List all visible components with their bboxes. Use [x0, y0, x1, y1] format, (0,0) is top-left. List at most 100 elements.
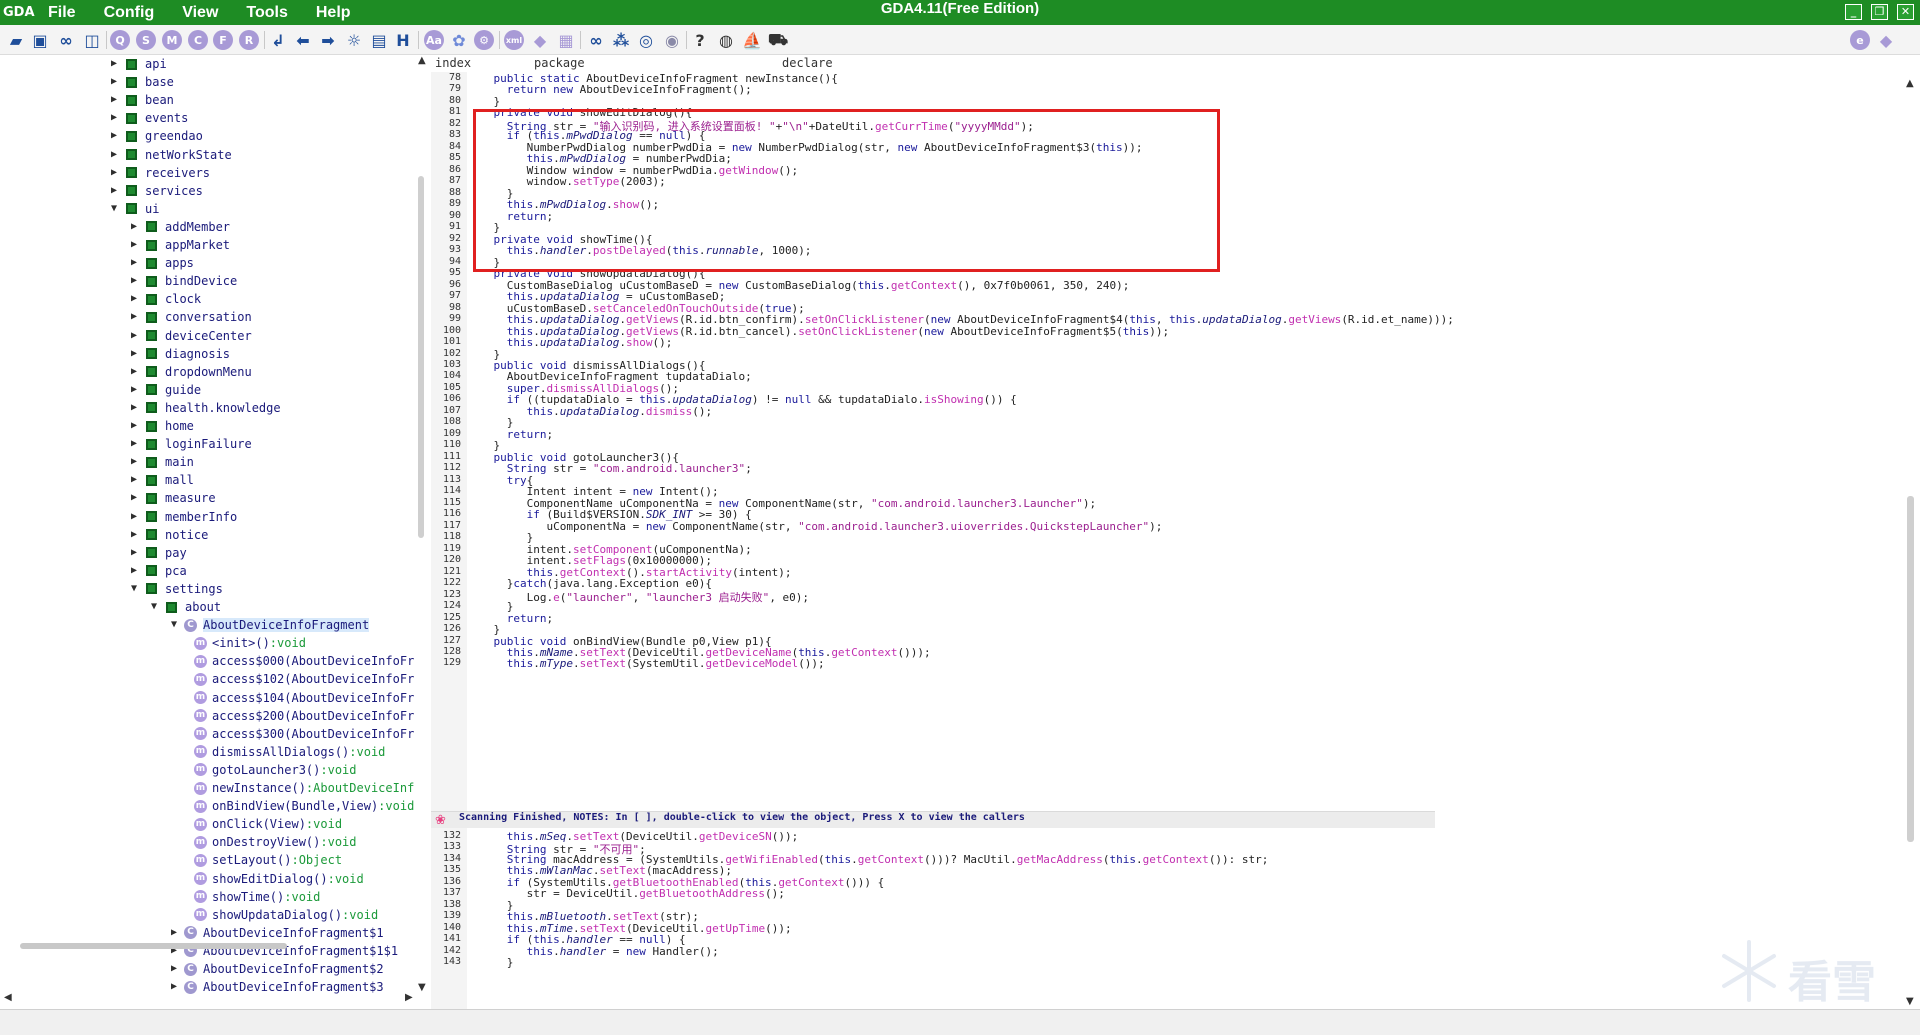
tree-package-item[interactable]: ▶ main [128, 453, 194, 471]
tree-package-item[interactable]: ▶ pca [128, 562, 187, 580]
tree-package-item[interactable]: ▶ greendao [108, 127, 203, 145]
collapse-arrow-icon[interactable]: ▶ [128, 381, 140, 399]
column-declare[interactable]: declare [782, 55, 833, 72]
tree-package-item[interactable]: ▶ appMarket [128, 236, 230, 254]
tree-method-item[interactable]: m setLayout():Object [194, 851, 342, 869]
tree-package-item[interactable]: ▶ deviceCenter [128, 327, 252, 345]
collapse-arrow-icon[interactable]: ▶ [128, 236, 140, 254]
collapse-arrow-icon[interactable]: ▶ [108, 182, 120, 200]
network-icon[interactable]: ⁂ [611, 30, 631, 50]
tree-package-item[interactable]: ▶ home [128, 417, 194, 435]
tree-package-item[interactable]: ▶ base [108, 73, 174, 91]
jump-icon[interactable]: ↲ [268, 30, 288, 50]
document-icon[interactable]: ▤ [369, 30, 389, 50]
minimize-icon[interactable]: _ [1845, 4, 1862, 20]
tree-scroll-up-icon[interactable]: ▲ [418, 55, 426, 66]
tree-package-item[interactable]: ▶ conversation [128, 308, 252, 326]
back-arrow-icon[interactable]: ⬅ [293, 30, 313, 50]
tree-package-item[interactable]: ▶ api [108, 55, 167, 73]
tree-scroll-right-icon[interactable]: ▶ [405, 992, 413, 1003]
tree-package-item[interactable]: ▼ about [148, 598, 221, 616]
collapse-arrow-icon[interactable]: ▶ [128, 218, 140, 236]
collapse-arrow-icon[interactable]: ▶ [128, 562, 140, 580]
tree-horizontal-scroll-thumb[interactable] [20, 943, 287, 949]
tree-package-item[interactable]: ▶ loginFailure [128, 435, 252, 453]
column-package[interactable]: package [534, 55, 585, 72]
collapse-arrow-icon[interactable]: ▶ [128, 453, 140, 471]
tree-scroll-down-icon[interactable]: ▼ [418, 982, 426, 993]
tree-method-item[interactable]: m showEditDialog():void [194, 870, 364, 888]
tree-method-item[interactable]: m onClick(View):void [194, 815, 342, 833]
tree-package-item[interactable]: ▶ netWorkState [108, 146, 232, 164]
collapse-arrow-icon[interactable]: ▶ [108, 164, 120, 182]
search-r-icon[interactable]: R [239, 30, 259, 50]
save-icon[interactable]: ▣ [30, 30, 50, 50]
forward-arrow-icon[interactable]: ➡ [318, 30, 338, 50]
tree-package-item[interactable]: ▶ bindDevice [128, 272, 237, 290]
tree-class-item[interactable]: ▶ C AboutDeviceInfoFragment$2 [168, 960, 384, 978]
tree-method-item[interactable]: m onBindView(Bundle,View):void [194, 797, 414, 815]
tree-class-item[interactable]: ▶ C AboutDeviceInfoFragment$1 [168, 924, 384, 942]
collapse-arrow-icon[interactable]: ▶ [128, 526, 140, 544]
expand-arrow-icon[interactable]: ▼ [128, 580, 140, 598]
android-icon[interactable]: ◆ [530, 30, 550, 50]
collapse-arrow-icon[interactable]: ▶ [108, 127, 120, 145]
restore-icon[interactable]: ❐ [1871, 4, 1888, 20]
search-q-icon[interactable]: Q [110, 30, 130, 50]
collapse-arrow-icon[interactable]: ▶ [108, 91, 120, 109]
collapse-arrow-icon[interactable]: ▶ [168, 924, 180, 942]
collapse-arrow-icon[interactable]: ▶ [128, 290, 140, 308]
tree-vertical-scroll-thumb[interactable] [418, 176, 424, 538]
tree-package-item[interactable]: ▶ pay [128, 544, 187, 562]
tree-package-item[interactable]: ▶ events [108, 109, 188, 127]
tree-package-item[interactable]: ▶ receivers [108, 164, 210, 182]
collapse-arrow-icon[interactable]: ▶ [128, 308, 140, 326]
menu-config[interactable]: Config [90, 0, 169, 25]
search-m-icon[interactable]: M [162, 30, 182, 50]
tree-package-item[interactable]: ▶ guide [128, 381, 201, 399]
collapse-arrow-icon[interactable]: ▶ [128, 399, 140, 417]
collapse-arrow-icon[interactable]: ▶ [128, 471, 140, 489]
code-scroll-up-icon[interactable]: ▲ [1906, 78, 1914, 89]
collapse-arrow-icon[interactable]: ▶ [128, 435, 140, 453]
code-vertical-scroll-thumb[interactable] [1907, 496, 1914, 842]
settings-gear-icon[interactable]: ⚙ [474, 30, 494, 50]
collapse-arrow-icon[interactable]: ▶ [108, 109, 120, 127]
tree-method-item[interactable]: m access$000(AboutDeviceInfoFr [194, 652, 414, 670]
code-scroll-down-icon[interactable]: ▼ [1906, 996, 1914, 1007]
eye-icon[interactable]: ◍ [716, 30, 736, 50]
tree-method-item[interactable]: m access$200(AboutDeviceInfoFr [194, 707, 414, 725]
tree-method-item[interactable]: m newInstance():AboutDeviceInf [194, 779, 414, 797]
menu-view[interactable]: View [168, 0, 232, 25]
fingerprint-icon[interactable]: ◉ [662, 30, 682, 50]
tree-package-item[interactable]: ▶ dropdownMenu [128, 363, 252, 381]
tree-package-item[interactable]: ▶ services [108, 182, 203, 200]
ship-icon[interactable]: ⛵ [742, 30, 762, 50]
collapse-arrow-icon[interactable]: ▶ [108, 55, 120, 73]
collapse-arrow-icon[interactable]: ▶ [128, 544, 140, 562]
tree-package-item[interactable]: ▶ mall [128, 471, 194, 489]
tree-package-item[interactable]: ▶ measure [128, 489, 216, 507]
collapse-arrow-icon[interactable]: ▶ [128, 254, 140, 272]
menu-help[interactable]: Help [302, 0, 365, 25]
tree-package-item[interactable]: ▶ addMember [128, 218, 230, 236]
tree-method-item[interactable]: m access$300(AboutDeviceInfoFr [194, 725, 414, 743]
hex-icon[interactable]: H [393, 30, 413, 50]
tree-package-item[interactable]: ▶ health.knowledge [128, 399, 281, 417]
tree-class-item[interactable]: ▼ C AboutDeviceInfoFragment [168, 616, 370, 634]
menu-file[interactable]: File [34, 0, 90, 25]
tree-method-item[interactable]: m onDestroyView():void [194, 833, 357, 851]
collapse-arrow-icon[interactable]: ▶ [128, 417, 140, 435]
open-folder-icon[interactable]: ▰ [6, 30, 26, 50]
globe-icon[interactable]: e [1850, 30, 1870, 50]
expand-arrow-icon[interactable]: ▼ [168, 616, 180, 634]
tree-method-item[interactable]: m access$102(AboutDeviceInfoFr [194, 670, 414, 688]
tree-package-item[interactable]: ▶ apps [128, 254, 194, 272]
search-s-icon[interactable]: S [136, 30, 156, 50]
tree-method-item[interactable]: m showUpdataDialog():void [194, 906, 378, 924]
tree-method-item[interactable]: m access$104(AboutDeviceInfoFr [194, 689, 414, 707]
bulb-icon[interactable]: ☼ [344, 30, 364, 50]
close-icon[interactable]: ✕ [1897, 4, 1914, 20]
expand-arrow-icon[interactable]: ▼ [108, 200, 120, 218]
cart-icon[interactable]: ⛟ [768, 30, 788, 50]
